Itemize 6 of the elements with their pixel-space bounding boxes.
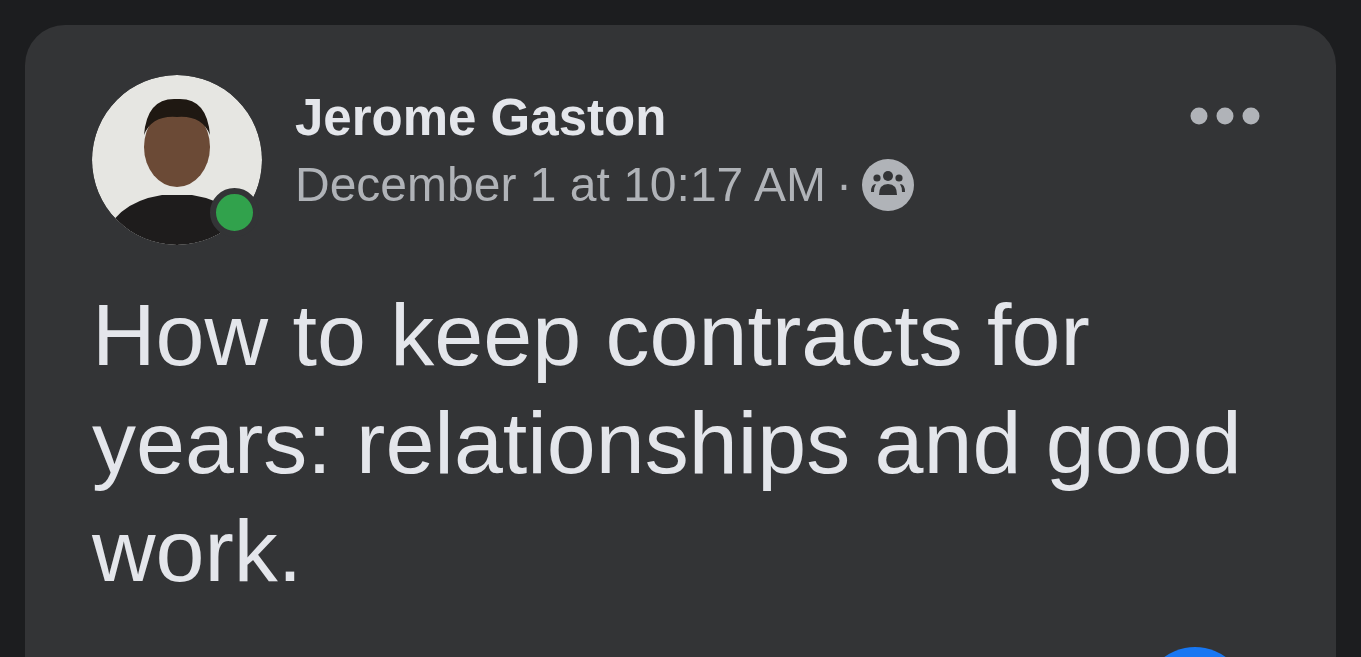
post-timestamp[interactable]: December 1 at 10:17 AM — [295, 157, 826, 213]
more-options-icon[interactable] — [1190, 107, 1262, 125]
separator: · — [835, 157, 852, 213]
post-text: How to keep contracts for years: relationships and good work. — [92, 284, 1243, 602]
author-name[interactable]: Jerome Gaston — [295, 87, 667, 149]
group-icon[interactable] — [861, 159, 914, 211]
